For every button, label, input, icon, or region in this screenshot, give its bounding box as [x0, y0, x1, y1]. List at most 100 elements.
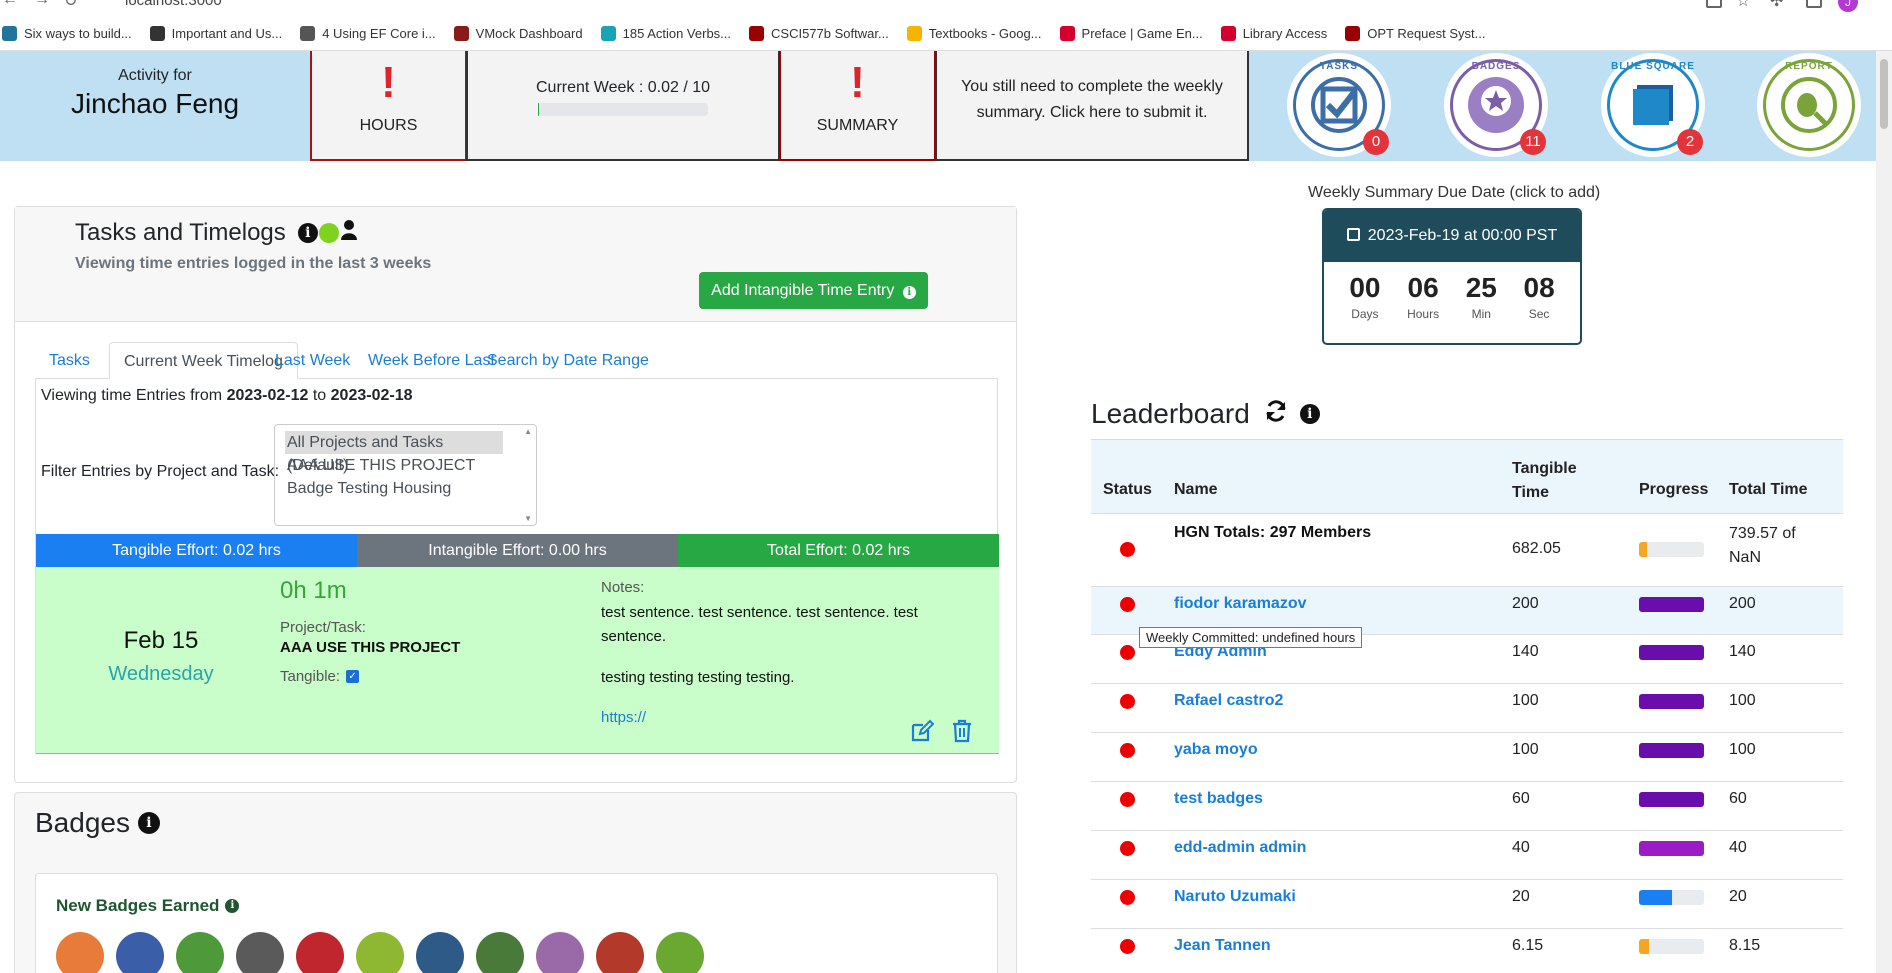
checkbox-icon [1311, 77, 1367, 133]
share-icon[interactable] [1706, 0, 1722, 8]
scroll-down-icon[interactable]: ▼ [524, 514, 532, 523]
hours-alert[interactable]: ! HOURS [310, 51, 467, 161]
earned-badge-icon[interactable] [116, 932, 164, 973]
extensions-icon[interactable]: ✣ [1770, 0, 1783, 11]
member-name[interactable]: test badges [1174, 790, 1263, 808]
due-date-countdown[interactable]: 2023-Feb-19 at 00:00 PST 00 Days 06 Hours … [1322, 208, 1582, 345]
alert-icon: ! [381, 58, 396, 107]
blue-square-badge[interactable]: BLUE SQUARE 2 [1601, 53, 1705, 157]
tab-last-week[interactable]: Last Week [261, 342, 364, 379]
scroll-up-icon[interactable]: ▲ [524, 427, 532, 436]
refresh-icon[interactable] [1264, 398, 1288, 430]
countdown-hours: 06 Hours [1407, 272, 1439, 321]
bookmark-label: 185 Action Verbs... [622, 26, 732, 41]
filter-option[interactable]: All Projects and Tasks (Default) [285, 431, 503, 474]
edit-icon[interactable] [910, 719, 935, 743]
back-icon[interactable]: ← [2, 0, 18, 9]
sidepanel-icon[interactable] [1806, 0, 1822, 8]
user-icon[interactable] [340, 219, 357, 247]
tangible-checkbox[interactable]: ✓ [346, 670, 360, 683]
page-scrollbar[interactable] [1876, 51, 1892, 973]
status-dot-icon [1120, 645, 1135, 660]
hours-label: HOURS [359, 117, 418, 134]
summary-alert[interactable]: ! SUMMARY [779, 51, 936, 161]
earned-badge-icon[interactable] [476, 932, 524, 973]
new-badges-panel: New Badges Earned i [35, 873, 998, 973]
tasks-badge[interactable]: TASKS 0 [1287, 53, 1391, 157]
forward-icon[interactable]: → [34, 0, 50, 9]
member-name[interactable]: fiodor karamazov [1174, 595, 1306, 613]
blue-square-caption: BLUE SQUARE [1611, 61, 1695, 72]
leaderboard-row: yaba moyo 100 100 [1091, 732, 1843, 781]
bookmark-item[interactable]: Library Access [1220, 26, 1327, 41]
filter-option[interactable]: AAA USE THIS PROJECT [287, 454, 524, 477]
oreilly-icon [1220, 26, 1236, 41]
progress-bar [1639, 645, 1704, 660]
member-name[interactable]: Rafael castro2 [1174, 692, 1283, 710]
leaderboard-header: Status Name Tangible Time Progress Total… [1091, 439, 1843, 513]
filter-option[interactable]: Badge Testing Housing [287, 477, 524, 500]
earned-badge-icon[interactable] [296, 932, 344, 973]
badges-earned-badge[interactable]: BADGES 11 [1444, 53, 1548, 157]
earned-badge-icon[interactable] [176, 932, 224, 973]
user-name: Jinchao Feng [70, 88, 240, 119]
earned-badge-icon[interactable] [656, 932, 704, 973]
info-icon[interactable]: i [1299, 404, 1320, 424]
status-dot-icon [1120, 694, 1135, 709]
days-label: Days [1351, 307, 1379, 321]
info-icon[interactable]: i [137, 812, 160, 834]
member-name[interactable]: yaba moyo [1174, 741, 1258, 759]
bookmark-item[interactable]: 4 Using EF Core i... [300, 26, 436, 41]
tab-search-by-date-range[interactable]: Search by Date Range [473, 342, 663, 379]
bookmark-item[interactable]: Textbooks - Goog... [906, 26, 1042, 41]
earned-badge-icon[interactable] [356, 932, 404, 973]
bookmark-item[interactable]: Preface | Game En... [1059, 26, 1203, 41]
tasks-title: Tasks and Timelogs i [75, 219, 357, 247]
earned-badge-icon[interactable] [596, 932, 644, 973]
bookmark-item[interactable]: VMock Dashboard [453, 26, 583, 41]
bookmark-item[interactable]: OPT Request Syst... [1345, 26, 1486, 41]
star-icon[interactable]: ☆ [1736, 0, 1750, 11]
bookmark-item[interactable]: Important and Us... [149, 26, 282, 41]
add-intangible-time-button[interactable]: Add Intangible Time Entry i [699, 272, 928, 309]
tangible-label: Tangible: [280, 668, 341, 685]
member-name[interactable]: Naruto Uzumaki [1174, 888, 1296, 906]
add-intangible-label: Add Intangible Time Entry [711, 282, 895, 299]
earned-badge-icon[interactable] [416, 932, 464, 973]
time-entry: Feb 15 Wednesday 0h 1m Project/Task: AAA… [36, 567, 999, 754]
tangible-time: 682.05 [1512, 540, 1561, 557]
note-link[interactable]: https:// [601, 709, 646, 726]
project-task-filter-select[interactable]: ▲ ▼ All Projects and Tasks (Default) AAA … [274, 424, 537, 526]
progress-bar [1639, 890, 1704, 905]
member-name[interactable]: edd-admin admin [1174, 839, 1306, 857]
member-name[interactable]: Jean Tannen [1174, 937, 1271, 955]
reload-icon[interactable]: ↻ [64, 0, 77, 11]
bookmark-item[interactable]: 185 Action Verbs... [600, 26, 732, 41]
tangible-time: 200 [1512, 595, 1539, 612]
tab-tasks[interactable]: Tasks [35, 342, 104, 379]
profile-avatar[interactable]: J [1838, 0, 1858, 12]
progress-bar [1639, 542, 1704, 557]
medal-icon [1468, 77, 1524, 133]
tangible-time: 40 [1512, 839, 1530, 856]
trash-icon[interactable] [950, 719, 974, 743]
report-bug-badge[interactable]: REPORT [1757, 53, 1861, 157]
earned-badge-icon[interactable] [236, 932, 284, 973]
tangible-field: Tangible: ✓ [280, 668, 360, 685]
intangible-effort: Intangible Effort: 0.00 hrs [357, 534, 678, 567]
countdown-days: 00 Days [1349, 272, 1380, 321]
info-icon[interactable]: i [225, 899, 240, 913]
total-time: 60 [1729, 790, 1747, 807]
browser-toolbar: ← → ↻ localhost:3000 ☆ ✣ J [0, 0, 1892, 17]
bookmark-item[interactable]: CSCI577b Softwar... [749, 26, 889, 41]
bookmark-label: VMock Dashboard [475, 26, 583, 41]
bookmark-item[interactable]: Six ways to build... [2, 26, 132, 41]
earned-badge-icon[interactable] [56, 932, 104, 973]
due-date-label[interactable]: Weekly Summary Due Date (click to add) [1308, 184, 1600, 202]
address-bar[interactable]: localhost:3000 [125, 0, 222, 9]
badges-count: 11 [1520, 129, 1546, 155]
secs-value: 08 [1523, 272, 1555, 303]
info-icon[interactable]: i [297, 223, 318, 243]
submit-summary-box[interactable]: You still need to complete the weekly su… [935, 51, 1249, 161]
earned-badge-icon[interactable] [536, 932, 584, 973]
